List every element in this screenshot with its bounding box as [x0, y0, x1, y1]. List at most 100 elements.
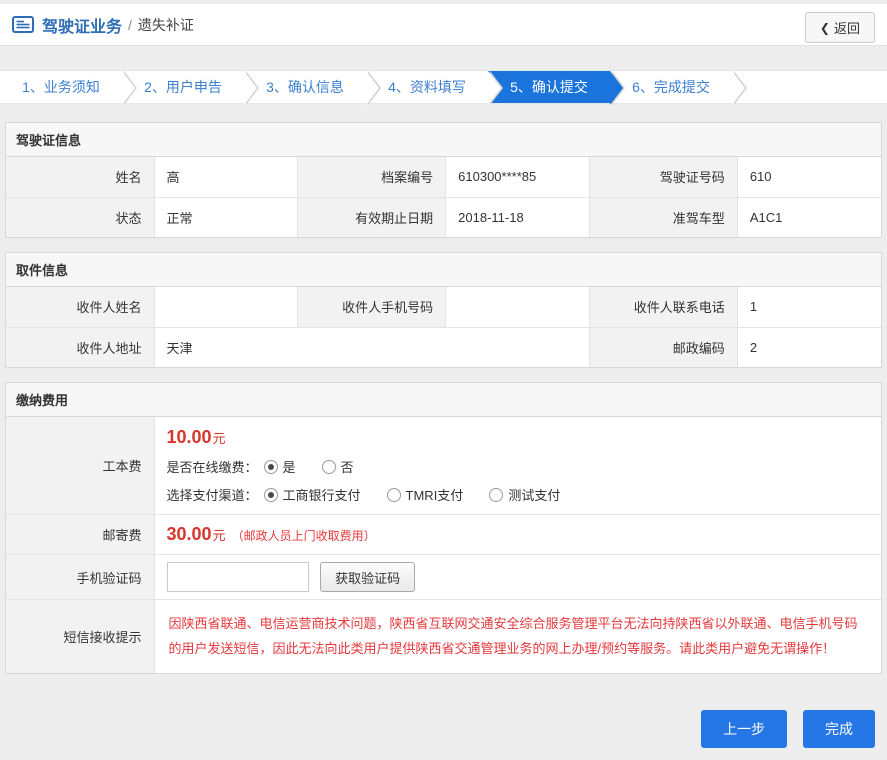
field-value-vehicle-class: A1C1 — [737, 197, 881, 237]
table-row: 收件人姓名 收件人手机号码 收件人联系电话 1 — [6, 287, 881, 327]
back-button-label: 返回 — [834, 18, 860, 37]
field-value-name: 高 — [154, 157, 298, 197]
radio-unselected-icon — [322, 460, 336, 474]
step-label: 1、业务须知 — [22, 77, 100, 97]
field-label-sms-code: 手机验证码 — [6, 555, 154, 600]
mailing-fee-note: （邮政人员上门收取费用） — [232, 529, 376, 543]
payment-table: 工本费 10.00元 是否在线缴费： 是 否 — [6, 417, 881, 673]
prev-step-button[interactable]: 上一步 — [701, 710, 787, 748]
document-icon — [12, 16, 34, 33]
table-row: 姓名 高 档案编号 610300****85 驾驶证号码 610 — [6, 157, 881, 197]
radio-online-no[interactable]: 否 — [322, 457, 354, 476]
field-value-recipient-name — [154, 287, 298, 327]
online-pay-line: 是否在线缴费： 是 否 — [167, 457, 870, 476]
table-row: 工本费 10.00元 是否在线缴费： 是 否 — [6, 417, 881, 515]
step-label: 5、确认提交 — [510, 77, 588, 97]
footer-actions: 上一步 完成 — [0, 688, 887, 748]
pickup-info-table: 收件人姓名 收件人手机号码 收件人联系电话 1 收件人地址 天津 邮政编码 2 — [6, 287, 881, 367]
fee-value: 30.00 — [167, 524, 212, 544]
license-info-section: 驾驶证信息 姓名 高 档案编号 610300****85 驾驶证号码 610 状… — [5, 122, 882, 238]
page: 驾驶证业务 / 遗失补证 ❮ 返回 1、业务须知 2、用户申告 3、确认信息 4… — [0, 4, 887, 748]
field-value-recipient-phone: 1 — [737, 287, 881, 327]
field-label-recipient-address: 收件人地址 — [6, 327, 154, 367]
page-header: 驾驶证业务 / 遗失补证 ❮ 返回 — [0, 4, 887, 46]
sms-notice-cell: 因陕西省联通、电信运营商技术问题，陕西省互联网交通安全综合服务管理平台无法向持陕… — [154, 600, 881, 674]
radio-unselected-icon — [387, 488, 401, 502]
fee-unit: 元 — [213, 528, 226, 543]
online-pay-question: 是否在线缴费： — [167, 457, 258, 476]
step-label: 4、资料填写 — [388, 77, 466, 97]
field-value-file-number: 610300****85 — [446, 157, 590, 197]
pay-channel-question: 选择支付渠道： — [167, 485, 258, 504]
field-label-recipient-phone: 收件人联系电话 — [589, 287, 737, 327]
radio-channel-test[interactable]: 测试支付 — [489, 485, 560, 504]
table-row: 状态 正常 有效期止日期 2018-11-18 准驾车型 A1C1 — [6, 197, 881, 237]
table-row: 收件人地址 天津 邮政编码 2 — [6, 327, 881, 367]
step-2-user-declaration[interactable]: 2、用户申告 — [122, 71, 244, 103]
sms-code-input[interactable] — [167, 562, 309, 592]
step-nav: 1、业务须知 2、用户申告 3、确认信息 4、资料填写 5、确认提交 6、完成提… — [0, 70, 887, 104]
radio-channel-tmri[interactable]: TMRI支付 — [387, 485, 464, 504]
finish-button[interactable]: 完成 — [803, 710, 875, 748]
step-6-finish-submit[interactable]: 6、完成提交 — [610, 71, 732, 103]
step-label: 3、确认信息 — [266, 77, 344, 97]
back-button[interactable]: ❮ 返回 — [805, 12, 875, 43]
radio-label: 工商银行支付 — [283, 485, 361, 504]
payment-section: 缴纳费用 工本费 10.00元 是否在线缴费： 是 — [5, 382, 882, 674]
field-value-recipient-address: 天津 — [154, 327, 589, 367]
radio-label: 是 — [283, 457, 296, 476]
field-value-status: 正常 — [154, 197, 298, 237]
field-label-recipient-name: 收件人姓名 — [6, 287, 154, 327]
license-info-table: 姓名 高 档案编号 610300****85 驾驶证号码 610 状态 正常 有… — [6, 157, 881, 237]
mailing-fee-cell: 30.00元 （邮政人员上门收取费用） — [154, 515, 881, 555]
field-label-name: 姓名 — [6, 157, 154, 197]
page-title: 驾驶证业务 — [42, 13, 122, 37]
step-5-confirm-submit[interactable]: 5、确认提交 — [488, 71, 610, 103]
pickup-info-section: 取件信息 收件人姓名 收件人手机号码 收件人联系电话 1 收件人地址 天津 邮政… — [5, 252, 882, 368]
radio-online-yes[interactable]: 是 — [264, 457, 296, 476]
field-label-expiry-date: 有效期止日期 — [298, 197, 446, 237]
sms-notice-text: 因陕西省联通、电信运营商技术问题，陕西省互联网交通安全综合服务管理平台无法向持陕… — [169, 612, 868, 661]
field-value-expiry-date: 2018-11-18 — [446, 197, 590, 237]
step-label: 6、完成提交 — [632, 77, 710, 97]
step-4-fill-material[interactable]: 4、资料填写 — [366, 71, 488, 103]
payment-section-title: 缴纳费用 — [6, 383, 881, 417]
get-sms-code-button[interactable]: 获取验证码 — [320, 562, 415, 592]
table-row: 邮寄费 30.00元 （邮政人员上门收取费用） — [6, 515, 881, 555]
step-label: 2、用户申告 — [144, 77, 222, 97]
field-label-recipient-mobile: 收件人手机号码 — [298, 287, 446, 327]
radio-selected-icon — [264, 460, 278, 474]
field-label-production-fee: 工本费 — [6, 417, 154, 515]
field-value-license-number: 610 — [737, 157, 881, 197]
field-label-sms-notice: 短信接收提示 — [6, 600, 154, 674]
table-row: 手机验证码 获取验证码 — [6, 555, 881, 600]
field-value-postal-code: 2 — [737, 327, 881, 367]
step-1-business-notice[interactable]: 1、业务须知 — [0, 71, 122, 103]
radio-label: TMRI支付 — [406, 485, 464, 504]
radio-label: 否 — [341, 457, 354, 476]
radio-unselected-icon — [489, 488, 503, 502]
field-label-status: 状态 — [6, 197, 154, 237]
pay-channel-line: 选择支付渠道： 工商银行支付 TMRI支付 测试支付 — [167, 485, 870, 504]
production-fee-cell: 10.00元 是否在线缴费： 是 否 选择支 — [154, 417, 881, 515]
back-chevron-icon: ❮ — [820, 21, 830, 35]
fee-unit: 元 — [213, 431, 226, 446]
step-3-confirm-info[interactable]: 3、确认信息 — [244, 71, 366, 103]
pickup-section-title: 取件信息 — [6, 253, 881, 287]
table-row: 短信接收提示 因陕西省联通、电信运营商技术问题，陕西省互联网交通安全综合服务管理… — [6, 600, 881, 674]
production-fee-amount: 10.00元 — [167, 427, 870, 448]
sms-code-cell: 获取验证码 — [154, 555, 881, 600]
breadcrumb-separator: / — [128, 17, 132, 33]
radio-channel-icbc[interactable]: 工商银行支付 — [264, 485, 361, 504]
fee-value: 10.00 — [167, 427, 212, 447]
license-section-title: 驾驶证信息 — [6, 123, 881, 157]
radio-label: 测试支付 — [508, 485, 560, 504]
field-label-license-number: 驾驶证号码 — [589, 157, 737, 197]
field-value-recipient-mobile — [446, 287, 590, 327]
field-label-vehicle-class: 准驾车型 — [589, 197, 737, 237]
field-label-postal-code: 邮政编码 — [589, 327, 737, 367]
radio-selected-icon — [264, 488, 278, 502]
field-label-mailing-fee: 邮寄费 — [6, 515, 154, 555]
field-label-file-number: 档案编号 — [298, 157, 446, 197]
breadcrumb-current: 遗失补证 — [138, 15, 194, 35]
